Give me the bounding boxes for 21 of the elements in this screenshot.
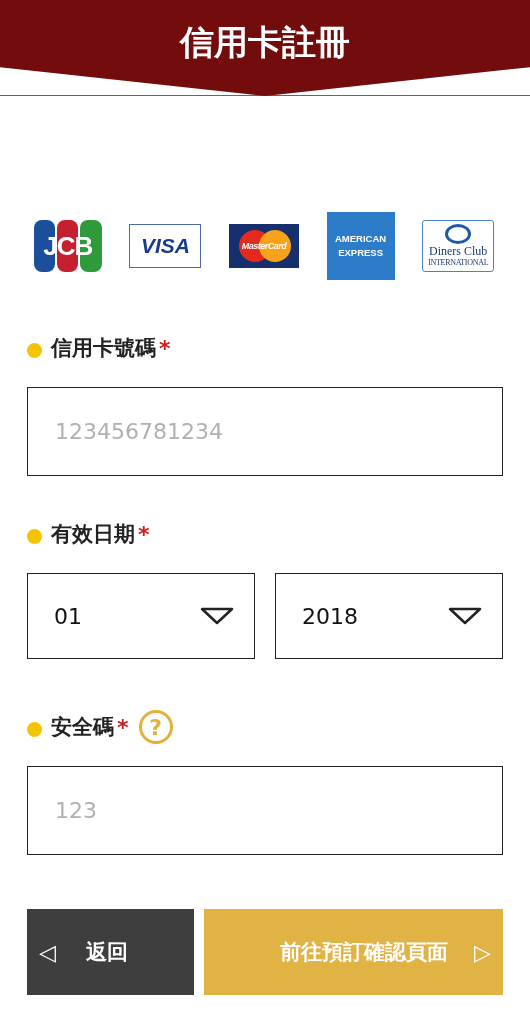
- dropdown[interactable]: 2018: [275, 573, 503, 659]
- dropdown[interactable]: 01: [27, 573, 255, 659]
- card-logo: VISA: [129, 224, 202, 268]
- input-field[interactable]: 123456781234: [27, 387, 503, 476]
- dropdown-arrow-icon: [448, 607, 482, 625]
- bullet-icon: [27, 342, 42, 358]
- bullet-icon: [27, 721, 42, 737]
- field-label: 有效日期: [51, 521, 135, 548]
- bullet-icon: [27, 528, 42, 544]
- input-field[interactable]: 123: [27, 766, 503, 855]
- required-mark: *: [159, 335, 171, 361]
- card-logo: AMERICAN EXPRESS: [326, 212, 395, 280]
- field-label: 信用卡號碼: [51, 335, 156, 362]
- page-title: 信用卡註冊: [180, 21, 350, 64]
- back-button[interactable]: ◁ 返回: [27, 909, 194, 995]
- card-logo: MasterCard: [229, 224, 299, 268]
- required-mark: *: [117, 714, 129, 740]
- dropdown-arrow-icon: [200, 607, 234, 625]
- field-label: 安全碼: [51, 714, 114, 741]
- card-logo: Diners Club INTERNATIONAL: [422, 220, 495, 272]
- required-mark: *: [138, 521, 150, 547]
